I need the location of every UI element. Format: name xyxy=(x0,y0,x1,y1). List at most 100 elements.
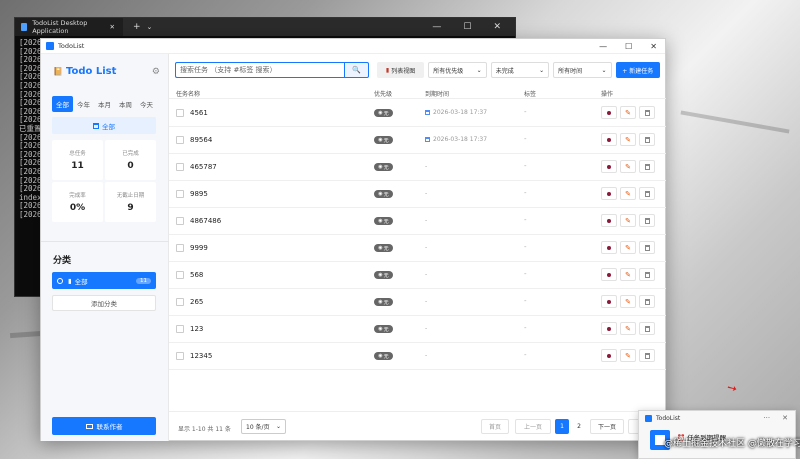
delete-button[interactable] xyxy=(639,295,655,308)
edit-button[interactable]: ✎ xyxy=(620,214,636,227)
edit-button[interactable]: ✎ xyxy=(620,106,636,119)
edit-button[interactable]: ✎ xyxy=(620,295,636,308)
task-name: 568 xyxy=(190,271,204,279)
task-checkbox[interactable] xyxy=(176,244,184,252)
more-options-icon[interactable]: ··· xyxy=(763,414,770,422)
new-task-button[interactable]: + 新建任务 xyxy=(615,62,660,78)
priority-badge: ◉ 无 xyxy=(374,325,393,333)
table-row[interactable]: 4561 ◉ 无 2026-03-18 17:37 - ✎ xyxy=(169,100,666,127)
sidebar-divider xyxy=(41,241,169,242)
contact-author-button[interactable]: 联系作者 xyxy=(52,417,156,435)
table-row[interactable]: 89564 ◉ 无 2026-03-18 17:37 - ✎ xyxy=(169,127,666,154)
task-checkbox[interactable] xyxy=(176,109,184,117)
search-input[interactable] xyxy=(175,62,345,78)
status-select[interactable]: 未完成 ⌄ xyxy=(490,62,550,78)
category-item-all[interactable]: ▮ 全部 11 xyxy=(52,272,156,289)
view-button[interactable] xyxy=(601,268,617,281)
task-checkbox[interactable] xyxy=(176,190,184,198)
edit-button[interactable]: ✎ xyxy=(620,133,636,146)
terminal-maximize-button[interactable]: ☐ xyxy=(463,22,471,32)
tab-this-month[interactable]: 本月 xyxy=(94,96,115,112)
delete-button[interactable] xyxy=(639,187,655,200)
page-2-button[interactable]: 2 xyxy=(572,419,586,434)
delete-button[interactable] xyxy=(639,160,655,173)
delete-button[interactable] xyxy=(639,214,655,227)
app-icon xyxy=(645,414,652,422)
due-date-text: - xyxy=(425,325,428,332)
pagination-info: 显示 1-10 共 11 条 xyxy=(178,426,231,433)
add-category-button[interactable]: 添加分类 xyxy=(52,295,156,311)
table-row[interactable]: 9999 ◉ 无 - - ✎ xyxy=(169,235,666,262)
view-button[interactable] xyxy=(601,160,617,173)
edit-button[interactable]: ✎ xyxy=(620,160,636,173)
edit-button[interactable]: ✎ xyxy=(620,241,636,254)
delete-button[interactable] xyxy=(639,133,655,146)
terminal-close-button[interactable]: ✕ xyxy=(493,22,501,32)
table-row[interactable]: 265 ◉ 无 - - ✎ xyxy=(169,289,666,316)
tab-this-year[interactable]: 今年 xyxy=(73,96,94,112)
list-view-button[interactable]: ▮ 列表视图 xyxy=(376,62,425,78)
table-row[interactable]: 12345 ◉ 无 - - ✎ xyxy=(169,343,666,370)
row-actions: ✎ xyxy=(601,214,655,227)
delete-button[interactable] xyxy=(639,322,655,335)
table-row[interactable]: 9895 ◉ 无 - - ✎ xyxy=(169,181,666,208)
task-checkbox[interactable] xyxy=(176,163,184,171)
view-button[interactable] xyxy=(601,322,617,335)
task-checkbox[interactable] xyxy=(176,136,184,144)
view-button[interactable] xyxy=(601,349,617,362)
gear-icon[interactable]: ⚙ xyxy=(152,67,160,77)
notification-toast[interactable]: TodoList ··· ✕ ⏰ 任务到期提醒 xyxy=(638,410,796,459)
page-1-button[interactable]: 1 xyxy=(555,419,569,434)
task-checkbox[interactable] xyxy=(176,298,184,306)
view-button[interactable] xyxy=(601,187,617,200)
maximize-button[interactable]: ☐ xyxy=(625,42,632,51)
delete-button[interactable] xyxy=(639,349,655,362)
search-button[interactable]: 🔍 xyxy=(344,62,369,78)
table-row[interactable]: 568 ◉ 无 - - ✎ xyxy=(169,262,666,289)
task-checkbox[interactable] xyxy=(176,325,184,333)
page-size-select[interactable]: 10 条/页 ⌄ xyxy=(241,419,286,434)
view-button[interactable] xyxy=(601,106,617,119)
delete-button[interactable] xyxy=(639,268,655,281)
close-tab-icon[interactable]: ✕ xyxy=(110,23,115,31)
task-checkbox[interactable] xyxy=(176,271,184,279)
prev-page-button[interactable]: 上一页 xyxy=(515,419,551,434)
table-row[interactable]: 4867486 ◉ 无 - - ✎ xyxy=(169,208,666,235)
minimize-button[interactable]: — xyxy=(599,42,607,51)
close-icon[interactable]: ✕ xyxy=(782,414,788,422)
time-select[interactable]: 所有时间 ⌄ xyxy=(553,62,612,78)
clipboard-icon: ▮ xyxy=(385,66,390,74)
task-tags: - xyxy=(524,189,527,197)
view-button[interactable] xyxy=(601,133,617,146)
task-name: 89564 xyxy=(190,136,213,144)
tab-dropdown-icon[interactable]: ⌄ xyxy=(147,23,153,31)
edit-button[interactable]: ✎ xyxy=(620,322,636,335)
task-checkbox[interactable] xyxy=(176,352,184,360)
view-button[interactable] xyxy=(601,295,617,308)
close-button[interactable]: ✕ xyxy=(650,42,657,51)
first-page-button[interactable]: 首页 xyxy=(481,419,509,434)
terminal-minimize-button[interactable]: — xyxy=(432,22,441,32)
tab-all[interactable]: 全部 xyxy=(52,96,73,112)
tab-this-week[interactable]: 本周 xyxy=(115,96,136,112)
delete-button[interactable] xyxy=(639,241,655,254)
app-logo: 📔 Todo List xyxy=(53,66,116,77)
eye-icon xyxy=(607,137,611,142)
terminal-tab[interactable]: TodoList Desktop Application ✕ xyxy=(15,18,123,36)
table-row[interactable]: 123 ◉ 无 - - ✎ xyxy=(169,316,666,343)
table-row[interactable]: 465787 ◉ 无 - - ✎ xyxy=(169,154,666,181)
new-tab-icon[interactable]: + xyxy=(133,22,141,32)
next-page-button[interactable]: 下一页 xyxy=(590,419,624,434)
task-checkbox[interactable] xyxy=(176,217,184,225)
view-button[interactable] xyxy=(601,241,617,254)
todolist-window: TodoList — ☐ ✕ 📔 Todo List ⚙ 全部 今年 本月 本周… xyxy=(40,38,666,441)
tab-today[interactable]: 今天 xyxy=(136,96,157,112)
view-button[interactable] xyxy=(601,214,617,227)
edit-button[interactable]: ✎ xyxy=(620,187,636,200)
due-date: - xyxy=(425,271,427,278)
edit-button[interactable]: ✎ xyxy=(620,268,636,281)
priority-select[interactable]: 所有优先级 ⌄ xyxy=(428,62,487,78)
all-tasks-button[interactable]: 全部 xyxy=(52,117,156,134)
delete-button[interactable] xyxy=(639,106,655,119)
edit-button[interactable]: ✎ xyxy=(620,349,636,362)
